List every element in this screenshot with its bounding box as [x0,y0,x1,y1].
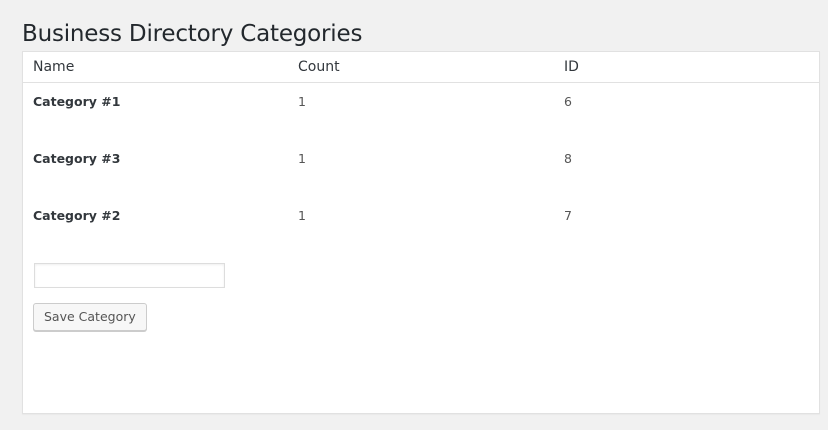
category-name[interactable]: Category #1 [33,94,120,110]
table-row: Category #1 1 6 [23,94,819,134]
category-count: 1 [298,94,306,109]
category-count: 1 [298,208,306,223]
category-id: 7 [564,208,572,223]
categories-panel: Name Count ID Category #1 1 6 Category #… [22,51,820,414]
table-row: Category #3 1 8 [23,151,819,191]
column-header-id[interactable]: ID [564,59,579,75]
save-category-button[interactable]: Save Category [33,303,147,331]
table-row: Category #2 1 7 [23,208,819,248]
category-count: 1 [298,151,306,166]
column-header-name[interactable]: Name [33,59,74,75]
category-id: 6 [564,94,572,109]
table-header: Name Count ID [23,52,819,83]
new-category-input[interactable] [34,263,225,288]
category-name[interactable]: Category #3 [33,151,120,167]
column-header-count[interactable]: Count [298,59,340,75]
category-name[interactable]: Category #2 [33,208,120,224]
page-title: Business Directory Categories [22,21,363,47]
category-id: 8 [564,151,572,166]
